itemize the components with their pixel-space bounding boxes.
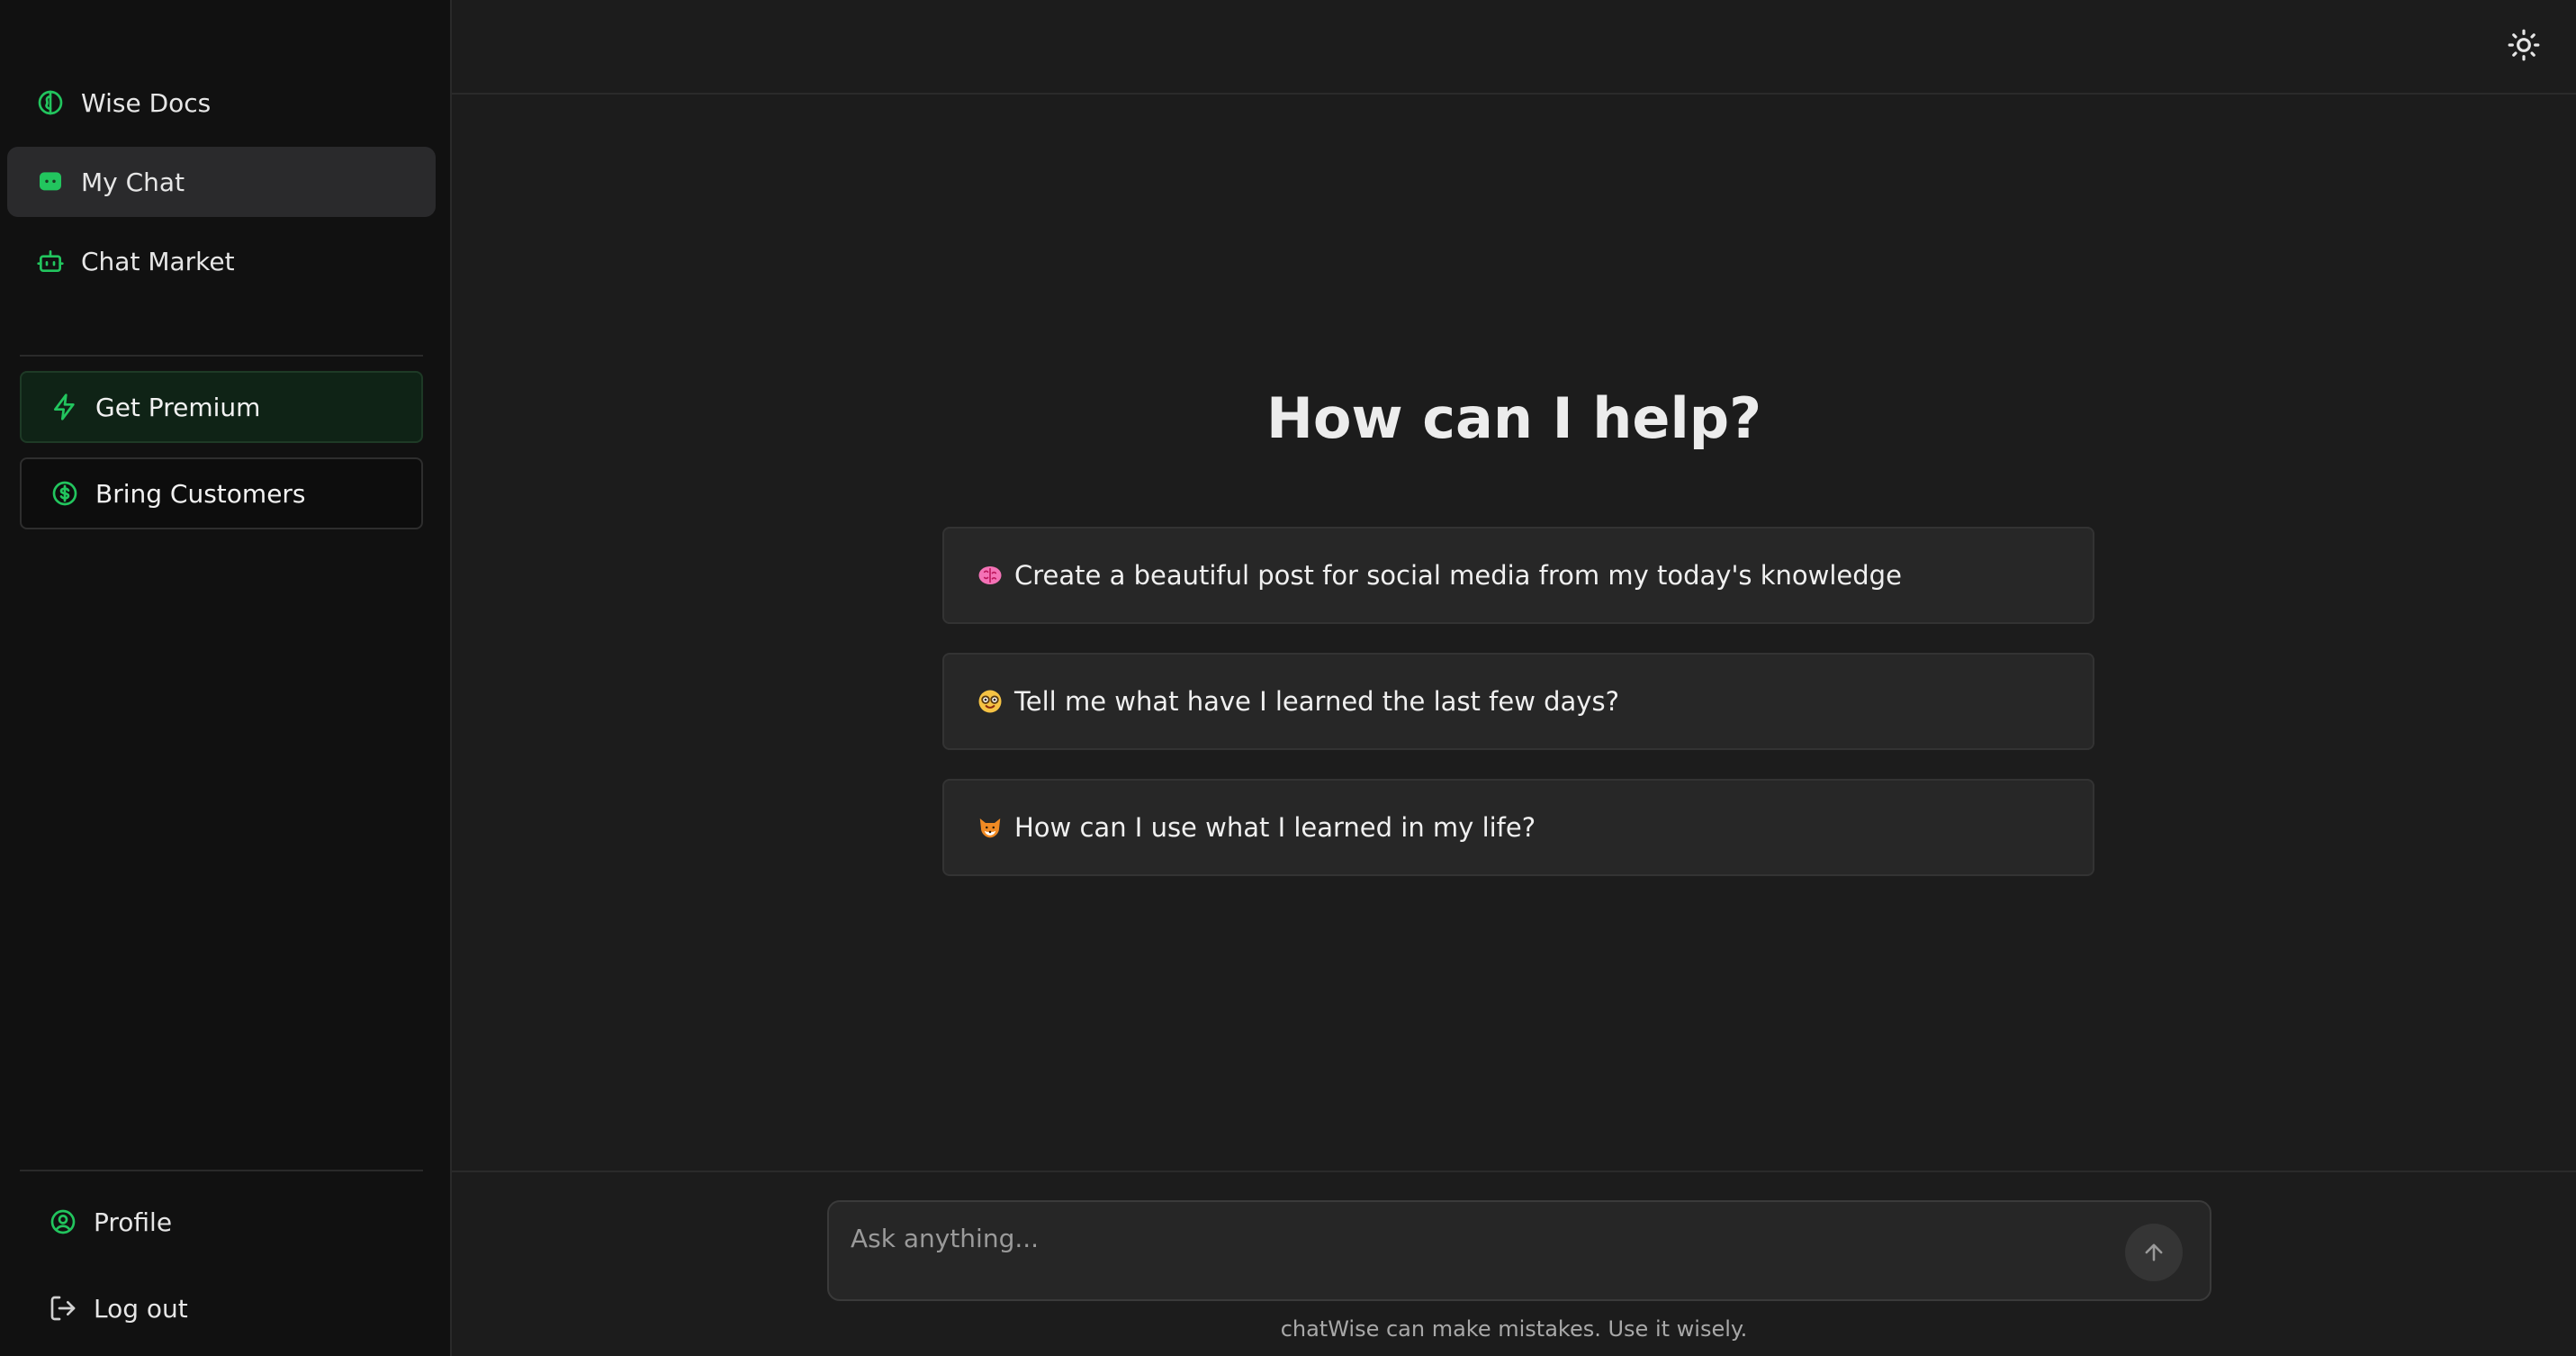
bring-customers-button[interactable]: Bring Customers — [20, 457, 423, 529]
suggestion-text: Tell me what have I learned the last few… — [1014, 686, 1619, 717]
main-area: How can I help? Create a beautiful post … — [452, 0, 2576, 1356]
logout-link[interactable]: Log out — [20, 1277, 423, 1340]
chat-icon — [36, 167, 65, 196]
dollar-circle-icon — [50, 479, 79, 508]
suggestion-text: How can I use what I learned in my life? — [1014, 812, 1536, 843]
bring-customers-label: Bring Customers — [95, 478, 306, 509]
composer-divider — [452, 1171, 2576, 1172]
disclaimer-text: chatWise can make mistakes. Use it wisel… — [1280, 1316, 1748, 1342]
sidebar-divider — [20, 355, 423, 357]
brain-icon — [36, 88, 65, 117]
top-bar — [452, 0, 2576, 95]
get-premium-label: Get Premium — [95, 392, 261, 422]
chat-composer — [827, 1200, 2211, 1301]
suggestion-text: Create a beautiful post for social media… — [1014, 560, 1902, 591]
theme-toggle-button[interactable] — [2506, 27, 2542, 63]
bot-icon — [36, 247, 65, 276]
logout-icon — [49, 1294, 77, 1323]
sidebar-item-wise-docs[interactable]: Wise Docs — [7, 68, 436, 138]
get-premium-button[interactable]: Get Premium — [20, 371, 423, 443]
sidebar: Wise Docs My Chat Chat Market Get Premiu… — [0, 0, 452, 1356]
sidebar-item-my-chat[interactable]: My Chat — [7, 147, 436, 217]
sun-icon — [2508, 29, 2540, 61]
chat-input[interactable] — [851, 1220, 2111, 1256]
sidebar-bottom-divider — [20, 1170, 423, 1171]
send-button[interactable] — [2125, 1224, 2183, 1281]
logout-label: Log out — [94, 1293, 188, 1324]
app: Wise Docs My Chat Chat Market Get Premiu… — [0, 0, 2576, 1356]
nerd-face-icon — [977, 688, 1004, 715]
profile-label: Profile — [94, 1207, 173, 1237]
suggestion-card[interactable]: Tell me what have I learned the last few… — [942, 653, 2094, 750]
sidebar-item-label: My Chat — [81, 167, 185, 197]
suggestion-card[interactable]: Create a beautiful post for social media… — [942, 527, 2094, 624]
sidebar-item-chat-market[interactable]: Chat Market — [7, 226, 436, 296]
user-circle-icon — [49, 1207, 77, 1236]
brain-emoji-icon — [977, 562, 1004, 589]
fox-emoji-icon — [977, 814, 1004, 841]
page-title: How can I help? — [1265, 385, 1762, 451]
profile-link[interactable]: Profile — [20, 1190, 423, 1253]
suggestion-card[interactable]: How can I use what I learned in my life? — [942, 779, 2094, 876]
sidebar-item-label: Wise Docs — [81, 87, 212, 118]
sidebar-item-label: Chat Market — [81, 246, 235, 276]
arrow-up-icon — [2145, 1243, 2163, 1261]
lightning-icon — [50, 393, 79, 421]
